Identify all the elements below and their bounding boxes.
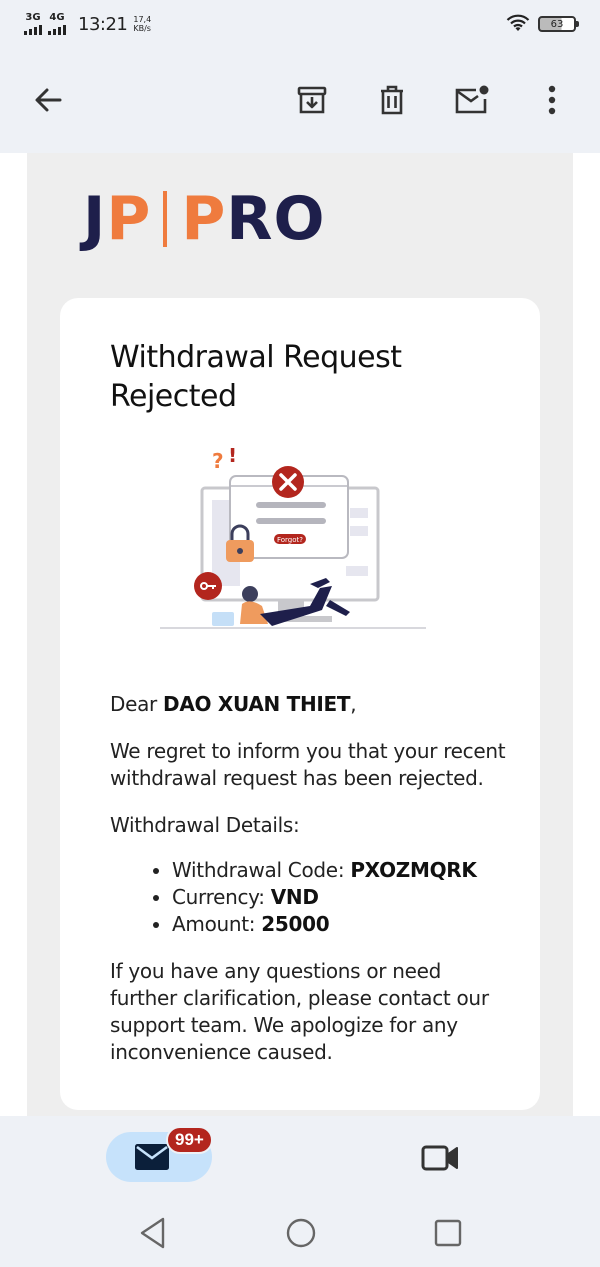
details-list: Withdrawal Code: PXOZMQRK Currency: VND …: [172, 857, 510, 938]
more-vert-icon: [548, 85, 556, 115]
detail-label: Currency:: [172, 885, 271, 909]
clock: 13:21: [78, 13, 128, 35]
svg-text:?: ?: [212, 449, 224, 473]
jp-pro-logo: JP PRO: [83, 184, 326, 254]
heading-line-1: Withdrawal Request: [110, 340, 402, 375]
closing-message: If you have any questions or need furthe…: [110, 959, 489, 1064]
network-3g-indicator: 3G: [24, 13, 42, 35]
greeting-suffix: ,: [350, 692, 357, 716]
system-home-icon[interactable]: [285, 1217, 317, 1249]
mark-unread-button[interactable]: [452, 80, 492, 120]
speed-unit: KB/s: [133, 24, 151, 33]
detail-label: Withdrawal Code:: [172, 858, 351, 882]
bottom-navigation: 99+: [0, 1116, 600, 1198]
mark-unread-icon: [455, 85, 489, 114]
logo-separator: [163, 191, 168, 247]
email-toolbar: [0, 48, 600, 152]
detail-withdrawal-code: Withdrawal Code: PXOZMQRK: [172, 857, 510, 884]
details-heading: Withdrawal Details:: [110, 813, 300, 837]
more-options-button[interactable]: [532, 80, 572, 120]
logo-jp: JP: [83, 184, 152, 254]
detail-label: Amount:: [172, 912, 262, 936]
battery-icon: 63: [538, 16, 579, 32]
email-body[interactable]: JP PRO Withdrawal Request Rejected Forgo…: [0, 153, 600, 1116]
detail-value: VND: [270, 885, 319, 909]
email-template: JP PRO Withdrawal Request Rejected Forgo…: [27, 153, 573, 1116]
delete-button[interactable]: [372, 80, 412, 120]
wifi-icon: [506, 14, 530, 31]
recipient-name: DAO XUAN THIET: [163, 692, 351, 716]
video-camera-icon: [421, 1145, 458, 1171]
network-4g-label: 4G: [49, 12, 65, 23]
detail-currency: Currency: VND: [172, 884, 510, 911]
heading-line-2: Rejected: [110, 379, 237, 414]
mail-icon: [135, 1144, 169, 1170]
email-heading: Withdrawal Request Rejected: [110, 338, 490, 416]
signal-bars-icon: [48, 25, 66, 35]
greeting-prefix: Dear: [110, 692, 164, 716]
delete-icon: [381, 85, 403, 115]
archive-icon: [297, 86, 327, 114]
system-recents-icon[interactable]: [434, 1219, 462, 1247]
network-4g-indicator: 4G: [48, 13, 66, 35]
email-message: Dear DAO XUAN THIET, We regret to inform…: [110, 691, 510, 1086]
svg-text:!: !: [228, 448, 237, 467]
network-speed: 17,4 KB/s: [133, 15, 151, 33]
detail-value: PXOZMQRK: [350, 858, 477, 882]
system-navigation: [0, 1198, 600, 1267]
back-button[interactable]: [28, 80, 68, 120]
system-back-icon[interactable]: [138, 1216, 168, 1250]
unread-count-badge: 99+: [166, 1126, 213, 1154]
archive-button[interactable]: [292, 80, 332, 120]
rejected-login-illustration: Forgot? ? !: [160, 448, 426, 629]
battery-level: 63: [550, 18, 564, 30]
meet-tab[interactable]: [420, 1138, 460, 1178]
detail-value: 25000: [261, 912, 330, 936]
rejection-message: We regret to inform you that your recent…: [110, 739, 506, 790]
detail-amount: Amount: 25000: [172, 911, 510, 938]
logo-pro: PRO: [181, 184, 326, 254]
network-3g-label: 3G: [25, 12, 41, 23]
signal-bars-icon: [24, 25, 42, 35]
notification-card: Withdrawal Request Rejected Forgot? ? ! …: [60, 298, 540, 1110]
speed-value: 17,4: [133, 15, 152, 24]
forgot-label: Forgot?: [277, 536, 303, 544]
greeting: Dear DAO XUAN THIET,: [110, 691, 510, 718]
back-arrow-icon: [35, 88, 62, 112]
status-bar: 3G 4G 13:21 17,4 KB/s 63: [0, 0, 600, 48]
